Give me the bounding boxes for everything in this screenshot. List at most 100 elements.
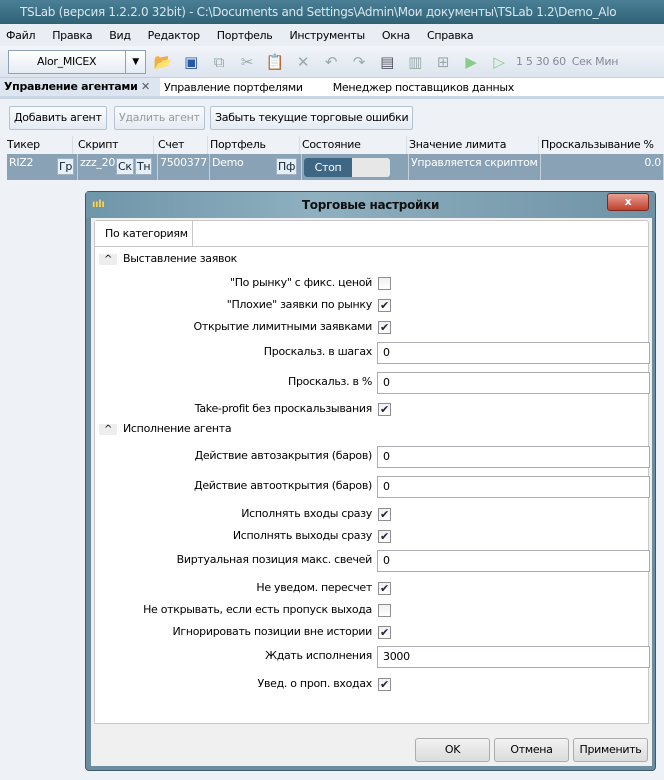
setting-checkbox[interactable]: ✔ [378,678,391,691]
setting-row: Исполнять выходы сразу ✔ [95,526,645,548]
limit-cell: Управляется скриптом [409,154,541,180]
chevron-down-icon[interactable]: ▼ [125,50,145,73]
section-header[interactable]: ^ Исполнение агента [99,422,499,440]
setting-row: "По рынку" с фикс. ценой [95,273,645,295]
script-button[interactable]: Ск [116,158,134,175]
col-limit[interactable]: Значение лимита [409,136,539,154]
setting-label: Не уведом. пересчет [256,581,372,594]
tab-bar: Управление агентами ✕ Управление портфел… [0,78,664,96]
menu-help[interactable]: Справка [427,29,474,42]
setting-label: Действие автозакрытия (баров) [194,449,373,462]
delete-icon[interactable]: ✕ [292,51,314,73]
play-icon[interactable]: ▶ [460,51,482,73]
setting-row: Проскальз. в шагах 0 [95,342,650,364]
copy-icon[interactable]: ⧉ [208,51,230,73]
setting-input[interactable]: 0 [377,550,650,572]
tab-by-category[interactable]: По категориям [95,221,193,248]
properties-icon[interactable]: ▤ [376,51,398,73]
col-account[interactable]: Счет [158,136,208,154]
portfolio-value: Demo [212,156,244,169]
section-header[interactable]: ^ Выставление заявок [99,252,499,270]
setting-checkbox[interactable] [378,604,391,617]
setting-label: Увед. о проп. входах [257,677,373,690]
table-row[interactable]: RIZ2 Гр [7,154,78,180]
setting-input[interactable]: 0 [377,342,650,364]
section-title: Исполнение агента [123,422,232,435]
app-logo-icon: ıılı [92,199,105,210]
dialog-body: По категориям ^ Выставление заявок "По рын… [91,218,652,766]
setting-checkbox[interactable] [378,277,391,290]
setting-label: Исполнять выходы сразу [232,529,372,542]
tab-portfolios[interactable]: Управление портфелями [160,81,313,94]
setting-row: Ждать исполнения 3000 [95,646,650,668]
menu-edit[interactable]: Правка [52,29,92,42]
chevron-up-icon[interactable]: ^ [99,424,117,435]
apply-button[interactable]: Применить [573,738,648,762]
menu-file[interactable]: Файл [6,29,36,42]
setting-checkbox[interactable]: ✔ [378,403,391,416]
menu-editor[interactable]: Редактор [148,29,200,42]
cancel-button[interactable]: Отмена [494,738,569,762]
col-ticker[interactable]: Тикер [7,136,73,154]
col-script[interactable]: Скрипт [78,136,154,154]
tab-data-providers[interactable]: Менеджер поставщиков данных [329,81,524,94]
setting-checkbox[interactable]: ✔ [378,582,391,595]
menu-windows[interactable]: Окна [382,29,410,42]
setting-checkbox[interactable]: ✔ [378,530,391,543]
provider-select[interactable]: Alor_MICEX ▼ [8,49,146,74]
chart-button[interactable]: Гр [57,158,75,175]
remove-agent-button[interactable]: Удалить агент [114,106,205,130]
setting-input[interactable]: 3000 [377,646,650,668]
step-icon[interactable]: ▷ [488,51,510,73]
unit-buttons[interactable]: Сек Мин [572,55,619,68]
setting-input[interactable]: 0 [377,476,650,498]
col-slippage[interactable]: Проскальзывание % [541,136,664,154]
menu-view[interactable]: Вид [109,29,131,42]
add-agent-button[interactable]: Добавить агент [9,106,107,130]
menu-tools[interactable]: Инструменты [289,29,365,42]
save-icon[interactable]: ▣ [180,51,202,73]
agents-table: Тикер Скрипт Счет Портфель Состояние Зна… [7,136,664,180]
setting-checkbox[interactable]: ✔ [378,299,391,312]
setting-checkbox[interactable]: ✔ [378,508,391,521]
setting-input[interactable]: 0 [377,372,650,394]
tab-agents[interactable]: Управление агентами ✕ [0,78,160,96]
diagram-icon[interactable]: ⊞ [432,51,454,73]
interval-buttons[interactable]: 1 5 30 60 [516,55,566,68]
setting-row: Действие автооткрытия (баров) 0 [95,476,650,498]
setting-label: Действие автооткрытия (баров) [194,479,372,492]
setting-checkbox[interactable]: ✔ [378,321,391,334]
menu-portfolio[interactable]: Портфель [217,29,273,42]
close-icon[interactable]: ✕ [141,80,150,93]
open-icon[interactable]: 📂 [152,51,174,73]
setting-row: Take-profit без проскальзывания ✔ [95,399,645,421]
setting-label: Ждать исполнения [265,649,372,662]
setting-label: Исполнять входы сразу [241,507,372,520]
chevron-up-icon[interactable]: ^ [99,254,117,265]
paste-icon[interactable]: 📋 [264,51,286,73]
portfolio-button[interactable]: Пф [276,158,298,175]
setting-input[interactable]: 0 [377,446,650,468]
setting-label: Не открывать, если есть пропуск выхода [143,603,372,616]
setting-label: Открытие лимитными заявками [193,320,373,333]
chart-icon[interactable]: ▥ [404,51,426,73]
setting-checkbox[interactable]: ✔ [378,626,391,639]
col-state[interactable]: Состояние [302,136,407,154]
tab-label: Управление агентами [4,80,138,93]
setting-label: Проскальз. в шагах [263,345,373,358]
col-portfolio[interactable]: Портфель [210,136,300,154]
close-button[interactable]: x [607,193,649,211]
script-cell[interactable]: zzz_20 Ск Тн [78,154,158,180]
state-toggle[interactable]: Стоп [304,158,390,177]
setting-row: Не открывать, если есть пропуск выхода [95,600,645,622]
ok-button[interactable]: OK [415,738,490,762]
setting-row: Виртуальная позиция макс. свечей 0 [95,550,650,572]
setting-row: Проскальз. в % 0 [95,372,650,394]
forget-errors-button[interactable]: Забыть текущие торговые ошибки [210,106,414,130]
dialog-title-text: Торговые настройки [301,198,440,212]
redo-icon[interactable]: ↷ [348,51,370,73]
state-label: Стоп [304,158,352,177]
test-button[interactable]: Тн [135,158,153,175]
undo-icon[interactable]: ↶ [320,51,342,73]
cut-icon[interactable]: ✂ [236,51,258,73]
